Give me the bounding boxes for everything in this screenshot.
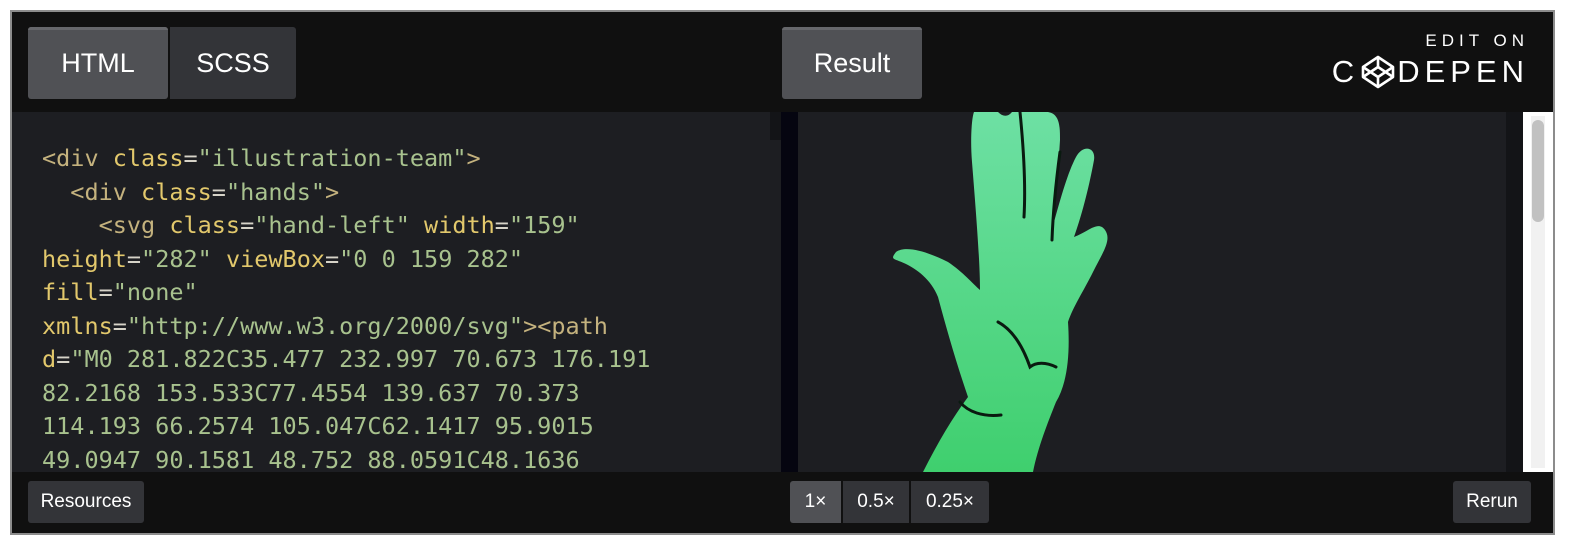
code-token: "hands" xyxy=(225,177,325,206)
edit-on-codepen-link[interactable]: EDIT ON C DEPEN xyxy=(1332,31,1529,90)
code-token: = xyxy=(211,177,226,206)
code-token: "M0 281.822C35.477 232.997 70.673 176.19… xyxy=(70,345,651,373)
code-token: 114.193 66.2574 105.047C62.1417 95.9015 xyxy=(42,412,594,440)
result-pane xyxy=(798,112,1506,472)
codepen-wordmark: C DEPEN xyxy=(1332,54,1529,90)
codepen-wordmark-prefix: C xyxy=(1331,54,1360,89)
code-token: <svg xyxy=(42,211,170,239)
zoom-1x-button[interactable]: 1× xyxy=(790,481,841,523)
code-token: d xyxy=(42,345,57,373)
code-line: <div class="illustration-team"> xyxy=(42,142,742,176)
code-token: = xyxy=(56,345,71,373)
code-token: "none" xyxy=(112,278,198,306)
code-line: height="282" viewBox="0 0 159 282" xyxy=(42,243,742,277)
codepen-wordmark-suffix: DEPEN xyxy=(1397,54,1529,89)
code-line: 49.0947 90.1581 48.752 88.0591C48.1636 xyxy=(42,444,742,473)
code-line: d="M0 281.822C35.477 232.997 70.673 176.… xyxy=(42,343,742,377)
rerun-button[interactable]: Rerun xyxy=(1453,481,1531,523)
code-token: "http://www.w3.org/2000/svg" xyxy=(126,311,524,340)
code-token: = xyxy=(98,278,113,306)
pane-resize-handle[interactable] xyxy=(781,112,798,472)
result-scrollbar[interactable] xyxy=(1523,112,1553,472)
tab-result[interactable]: Result xyxy=(782,27,922,99)
code-token: "illustration-team" xyxy=(197,144,467,172)
code-token: <div xyxy=(42,144,113,172)
code-token: xmlns xyxy=(42,311,113,340)
code-token: "282" xyxy=(141,244,212,273)
code-token: "159" xyxy=(508,211,580,239)
code-editor-pane[interactable]: <div class="illustration-team"> <div cla… xyxy=(12,112,781,472)
code-token: <div xyxy=(42,177,142,206)
code-line: <svg class="hand-left" width="159" xyxy=(42,209,742,243)
code-line: xmlns="http://www.w3.org/2000/svg"><path xyxy=(42,310,742,344)
codepen-embed: HTML SCSS Result EDIT ON C DEPEN <div cl… xyxy=(10,10,1555,535)
code-token: width xyxy=(424,211,495,239)
resources-button[interactable]: Resources xyxy=(28,481,144,523)
hand-shape xyxy=(893,112,1108,472)
editor-scroll-corner xyxy=(770,112,781,140)
top-bar: HTML SCSS Result EDIT ON C DEPEN xyxy=(12,12,1553,112)
code-token: = xyxy=(325,244,340,273)
code-token: = xyxy=(240,211,255,239)
codepen-cube-icon xyxy=(1361,55,1395,89)
code-token: > xyxy=(466,144,481,172)
code-content[interactable]: <div class="illustration-team"> <div cla… xyxy=(42,142,742,472)
code-token: ><path xyxy=(523,311,608,340)
code-token: "0 0 159 282" xyxy=(339,244,524,273)
code-token: > xyxy=(325,177,340,206)
result-scroll-gutter xyxy=(1506,112,1523,472)
code-token: = xyxy=(494,211,509,239)
tab-html[interactable]: HTML xyxy=(28,27,168,99)
edit-on-label: EDIT ON xyxy=(1425,31,1529,50)
code-line: 114.193 66.2574 105.047C62.1417 95.9015 xyxy=(42,410,742,444)
raised-hand-illustration xyxy=(893,112,1108,472)
scrollbar-thumb[interactable] xyxy=(1532,120,1544,222)
code-line: fill="none" xyxy=(42,276,742,310)
code-line: 82.2168 153.533C77.4554 139.637 70.373 xyxy=(42,377,742,411)
zoom-0.25x-button[interactable]: 0.25× xyxy=(911,481,989,523)
code-token: = xyxy=(112,311,127,340)
code-token: viewBox xyxy=(225,244,325,273)
code-token: 49.0947 90.1581 48.752 88.0591C48.1636 xyxy=(42,445,580,473)
tab-scss[interactable]: SCSS xyxy=(170,27,296,99)
code-token: class xyxy=(141,177,212,206)
zoom-0.5x-button[interactable]: 0.5× xyxy=(843,481,909,523)
code-token: 82.2168 153.533C77.4554 139.637 70.373 xyxy=(42,378,580,407)
code-token: = xyxy=(126,244,142,273)
code-token: class xyxy=(169,211,241,239)
code-token: = xyxy=(183,144,198,172)
code-token: height xyxy=(42,244,127,273)
code-token: class xyxy=(112,144,184,172)
bottom-bar: Resources 1× 0.5× 0.25× Rerun xyxy=(12,472,1553,533)
code-line: <div class="hands"> xyxy=(42,176,742,210)
code-token: fill xyxy=(42,278,99,306)
code-token: "hand-left" xyxy=(254,211,410,239)
